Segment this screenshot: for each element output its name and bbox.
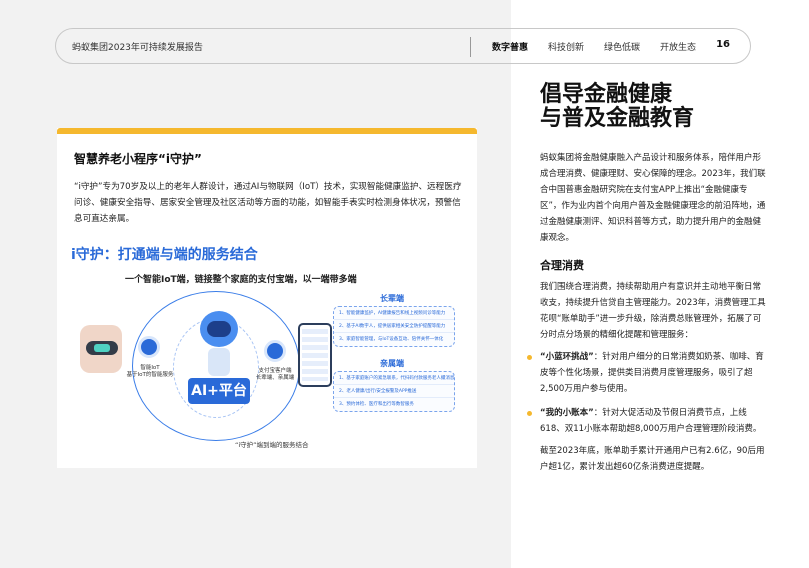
family-panel-title: 亲属端 (380, 359, 404, 368)
subheading-consumption: 合理消费 (540, 259, 584, 272)
family-row: 3、预约体检、医疗和出行等数智服务 (339, 402, 414, 407)
elder-row: 2、基于AI数字人，提供居家相关安全防护提醒等能力 (334, 320, 454, 333)
bullet-dot (527, 411, 532, 416)
diagram-title: i守护：打通端与端的服务结合 (71, 247, 258, 263)
smartwatch-screen (94, 344, 110, 352)
phone-screen (302, 329, 328, 381)
report-title: 蚂蚁集团2023年可持续发展报告 (72, 43, 203, 53)
iot-node-icon (138, 336, 160, 358)
bullet-item-small-ledger: “我的小账本”：针对大促活动及节假日消费节点，上线618、双11小账本帮助超8,… (540, 405, 766, 437)
diagram-caption: “i守护”端到端的服务结合 (235, 441, 309, 449)
ai-platform-label: AI+平台 (188, 378, 250, 404)
elder-panel-title: 长辈端 (380, 294, 404, 303)
consumption-paragraph: 我们围绕合理消费，持续帮助用户有意识并主动地平衡日常收支，持续提升信贷自主管理能… (540, 282, 766, 340)
robot-mascot-body (208, 348, 230, 376)
bullet-title: “我的小账本” (540, 408, 594, 418)
elder-panel: 1、智能健康监护，AI健康报告和线上视频问诊等能力 2、基于AI数字人，提供居家… (333, 306, 455, 347)
family-row: 1、基于家庭账户的紧急联系，代扫码付款服务老人撮消息 (334, 372, 454, 385)
iot-node-label: 智能IoT 基于IoT的智能服务 (126, 365, 174, 378)
diagram-subtitle: 一个智能IoT端，链接整个家庭的支付宝端，以一端带多端 (125, 275, 357, 285)
card-title: 智慧养老小程序“i守护” (74, 152, 202, 166)
robot-mascot-visor (207, 321, 231, 337)
elder-row: 1、智能健康监护，AI健康报告和线上视频问诊等能力 (334, 307, 454, 320)
card-accent-bar (57, 128, 477, 134)
nav-open-ecosystem[interactable]: 开放生态 (660, 40, 696, 53)
nav-green-lowcarbon[interactable]: 绿色低碳 (604, 40, 640, 53)
closing-paragraph: 截至2023年底，账单助手累计开通用户已有2.6亿，90后用户超1亿，累计发出超… (540, 446, 765, 472)
i-shouhu-card: 智慧养老小程序“i守护” “i守护”专为70岁及以上的老年人群设计，通过AI与物… (57, 128, 477, 468)
elder-row: 3、家庭智能管理，与IoT设备互动、陪伴关怀一体化 (339, 337, 444, 342)
page-number: 16 (716, 39, 730, 50)
section-heading-line2: 与普及金融教育 (540, 106, 695, 131)
nav-tech-innovation[interactable]: 科技创新 (548, 40, 584, 53)
section-heading: 倡导金融健康 与普及金融教育 (540, 83, 694, 131)
report-header: 蚂蚁集团2023年可持续发展报告 数字普惠 科技创新 绿色低碳 开放生态 16 (55, 28, 751, 64)
card-paragraph: “i守护”专为70岁及以上的老年人群设计，通过AI与物联网（IoT）技术，实现智… (74, 182, 462, 224)
intro-paragraph: 蚂蚁集团将金融健康融入产品设计和服务体系，陪伴用户形成合理消费、健康理财、安心保… (540, 153, 766, 243)
alipay-node-icon (264, 340, 286, 362)
family-row: 2、老人健康/出行/安全报警及APP推送 (334, 385, 454, 398)
nav-digital-inclusion[interactable]: 数字普惠 (492, 40, 528, 53)
section-heading-line1: 倡导金融健康 (540, 82, 673, 107)
alipay-node-label: 支付宝客户端 长辈端、亲属端 (255, 368, 295, 381)
bullet-title: “小蓝环挑战” (540, 352, 594, 362)
bullet-dot (527, 355, 532, 360)
header-divider (470, 37, 471, 57)
bullet-item-blue-ring: “小蓝环挑战”：针对用户细分的日常消费如奶茶、咖啡、育皮等个性化场景，提供类目消… (540, 349, 766, 397)
family-panel: 1、基于家庭账户的紧急联系，代扫码付款服务老人撮消息 2、老人健康/出行/安全报… (333, 371, 455, 412)
